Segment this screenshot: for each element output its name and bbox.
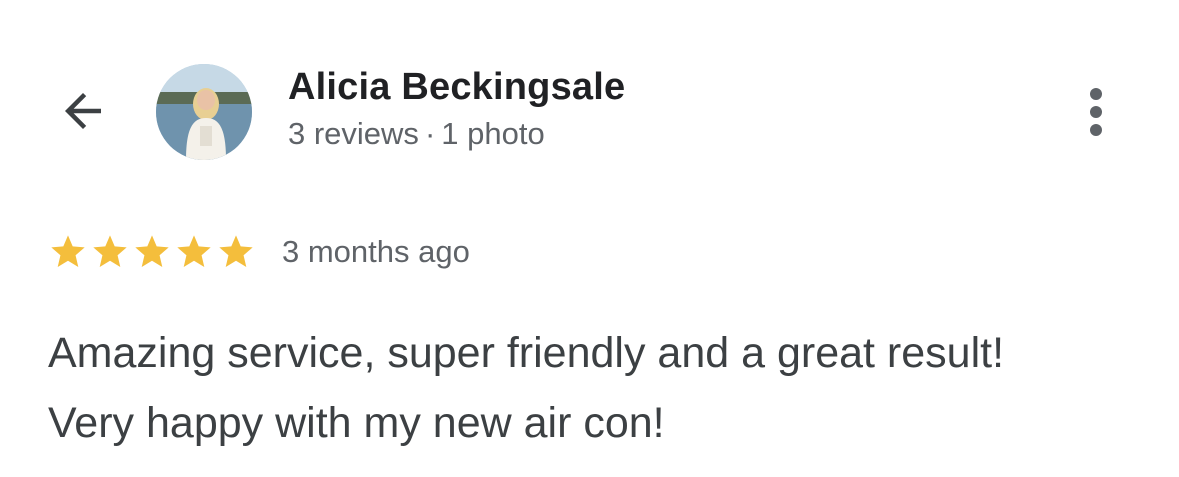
arrow-back-icon [56, 84, 110, 143]
review-line-1: Amazing service, super friendly and a gr… [48, 329, 1005, 377]
star-icon [132, 232, 172, 272]
star-rating [48, 232, 256, 272]
star-icon [174, 232, 214, 272]
star-icon [216, 232, 256, 272]
avatar[interactable] [156, 64, 252, 160]
more-vert-icon [1090, 88, 1102, 100]
more-vert-icon [1090, 124, 1102, 136]
reviews-count: 3 reviews [288, 116, 419, 151]
review-line-2: Very happy with my new air con! [48, 399, 665, 447]
star-icon [48, 232, 88, 272]
back-button[interactable] [52, 82, 114, 144]
photos-count: 1 photo [441, 116, 545, 151]
reviewer-stats: 3 reviews · 1 photo [288, 116, 545, 152]
review-text: Amazing service, super friendly and a gr… [48, 318, 1148, 458]
star-icon [90, 232, 130, 272]
stats-separator: · [424, 116, 436, 151]
reviewer-name[interactable]: Alicia Beckingsale [288, 66, 625, 109]
review-date: 3 months ago [282, 234, 470, 269]
more-vert-icon [1090, 106, 1102, 118]
rating-row: 3 months ago [48, 232, 470, 272]
more-options-button[interactable] [1074, 80, 1118, 144]
